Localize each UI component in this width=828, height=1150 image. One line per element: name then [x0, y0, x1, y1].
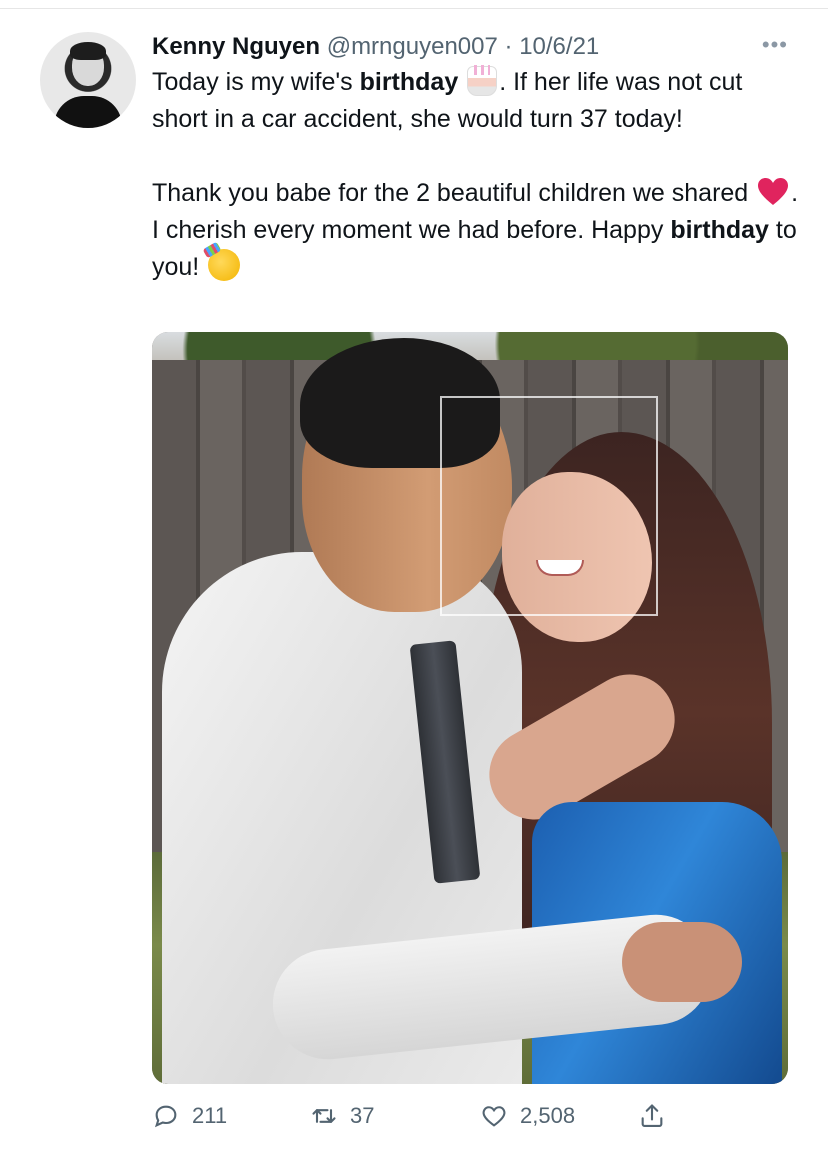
more-options-icon[interactable]: •••: [748, 30, 788, 60]
share-button[interactable]: [638, 1094, 666, 1138]
hashtag-birthday-2[interactable]: birthday: [670, 216, 769, 244]
red-heart-icon: [757, 177, 789, 207]
tweet-header: Kenny Nguyen @mrnguyen007 · 10/6/21: [152, 30, 788, 64]
face-detection-box: [440, 396, 658, 616]
header-separator: ·: [504, 33, 513, 60]
share-icon: [641, 1104, 663, 1127]
tweet-photo[interactable]: [152, 332, 788, 1084]
tweet-date[interactable]: 10/6/21: [519, 33, 599, 60]
tweet-actions: 211 37 2,508: [152, 1094, 788, 1138]
retweet-count: 37: [350, 1103, 375, 1128]
avatar-shirt: [54, 96, 122, 128]
top-divider: [0, 8, 828, 9]
retweet-icon: [312, 1109, 336, 1123]
heart-icon: [482, 1106, 506, 1127]
avatar[interactable]: [40, 32, 136, 128]
like-button[interactable]: 2,508: [480, 1094, 575, 1138]
tweet-paragraph-1: Today is my wife's birthday . If her lif…: [152, 64, 802, 138]
birthday-cake-icon: [467, 65, 498, 96]
text-segment: Thank you babe for the 2 beautiful child…: [152, 179, 756, 207]
reply-button[interactable]: 211: [152, 1094, 227, 1138]
reply-count: 211: [192, 1103, 228, 1128]
retweet-button[interactable]: 37: [310, 1094, 374, 1138]
hashtag-birthday[interactable]: birthday: [360, 68, 459, 96]
like-count: 2,508: [520, 1103, 576, 1128]
reply-icon: [154, 1105, 177, 1128]
tweet-text: Today is my wife's birthday . If her lif…: [152, 64, 802, 286]
author-handle[interactable]: @mrnguyen007: [327, 33, 498, 60]
author-name[interactable]: Kenny Nguyen: [152, 33, 320, 60]
tweet-paragraph-2: Thank you babe for the 2 beautiful child…: [152, 175, 802, 286]
partying-face-icon: [208, 249, 241, 281]
man-hand: [622, 922, 742, 1002]
avatar-hair: [70, 42, 106, 60]
text-segment: Today is my wife's: [152, 68, 360, 96]
